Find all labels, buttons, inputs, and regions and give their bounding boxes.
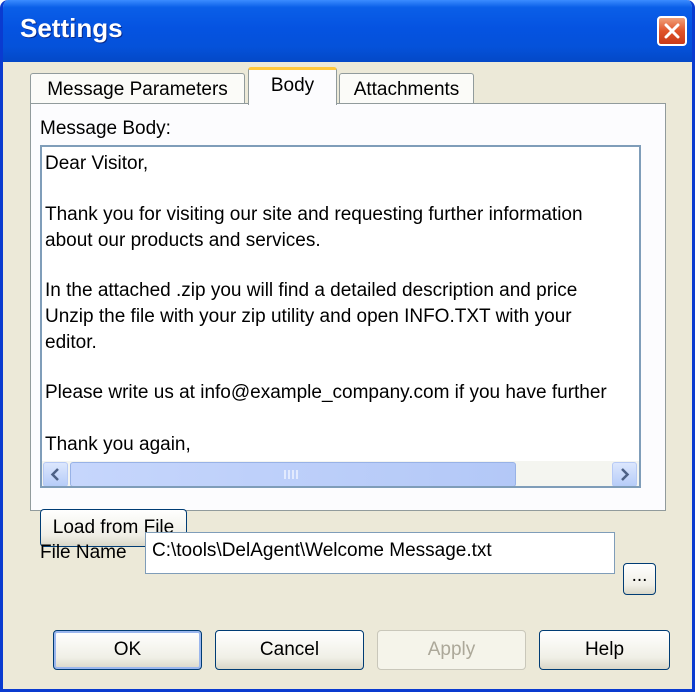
scrollbar-corner — [639, 461, 641, 488]
message-body-label: Message Body: — [40, 118, 171, 139]
ok-label: OK — [113, 639, 142, 660]
horizontal-scroll-thumb[interactable] — [70, 462, 516, 486]
vertical-scroll-thumb[interactable] — [640, 175, 641, 375]
file-name-field[interactable]: C:\tools\DelAgent\Welcome Message.txt — [145, 532, 615, 574]
vertical-scrollbar[interactable] — [639, 147, 641, 463]
horizontal-scrollbar[interactable] — [42, 461, 639, 486]
tab-body[interactable]: Body — [248, 67, 337, 105]
message-line: about our products and services. — [45, 230, 321, 251]
title-bar[interactable]: Settings — [3, 0, 692, 62]
file-name-value: C:\tools\DelAgent\Welcome Message.txt — [152, 540, 492, 561]
cancel-button[interactable]: Cancel — [215, 630, 364, 670]
file-name-label: File Name — [40, 542, 127, 563]
close-button[interactable] — [657, 16, 687, 46]
scroll-down-button[interactable] — [640, 435, 641, 460]
tab-body-label: Body — [270, 75, 315, 96]
tab-attachments[interactable]: Attachments — [339, 73, 474, 104]
window-title: Settings — [20, 13, 123, 43]
help-button[interactable]: Help — [539, 630, 670, 670]
scroll-right-button[interactable] — [612, 462, 637, 486]
scroll-up-button[interactable] — [640, 148, 641, 173]
browse-label: ... — [631, 565, 648, 586]
scroll-left-button[interactable] — [43, 462, 68, 486]
browse-button[interactable]: ... — [623, 563, 656, 595]
settings-window: Settings Message Parameters Body Attachm… — [0, 0, 695, 692]
tab-message-parameters[interactable]: Message Parameters — [30, 73, 245, 104]
cancel-label: Cancel — [259, 639, 320, 660]
message-line: Thank you again, — [45, 434, 191, 455]
message-body-text: Dear Visitor, Thank you for visiting our… — [45, 150, 630, 456]
message-line: editor. — [45, 332, 97, 353]
arrow-left-icon — [50, 468, 59, 481]
arrow-right-icon — [621, 468, 630, 481]
message-body-textarea[interactable]: Dear Visitor, Thank you for visiting our… — [40, 145, 641, 488]
message-line: In the attached .zip you will find a det… — [45, 280, 578, 301]
close-icon — [664, 23, 680, 39]
tab-message-parameters-label: Message Parameters — [47, 79, 228, 100]
help-label: Help — [584, 639, 625, 660]
apply-button: Apply — [377, 630, 526, 670]
message-line: Dear Visitor, — [45, 153, 149, 174]
message-line: Thank you for visiting our site and requ… — [45, 204, 583, 225]
message-line: Unzip the file with your zip utility and… — [45, 306, 572, 327]
grip-icon — [284, 470, 298, 479]
apply-label: Apply — [427, 639, 476, 660]
message-line: Please write us at info@example_company.… — [45, 382, 607, 403]
tab-attachments-label: Attachments — [353, 79, 460, 100]
ok-button[interactable]: OK — [53, 630, 202, 670]
